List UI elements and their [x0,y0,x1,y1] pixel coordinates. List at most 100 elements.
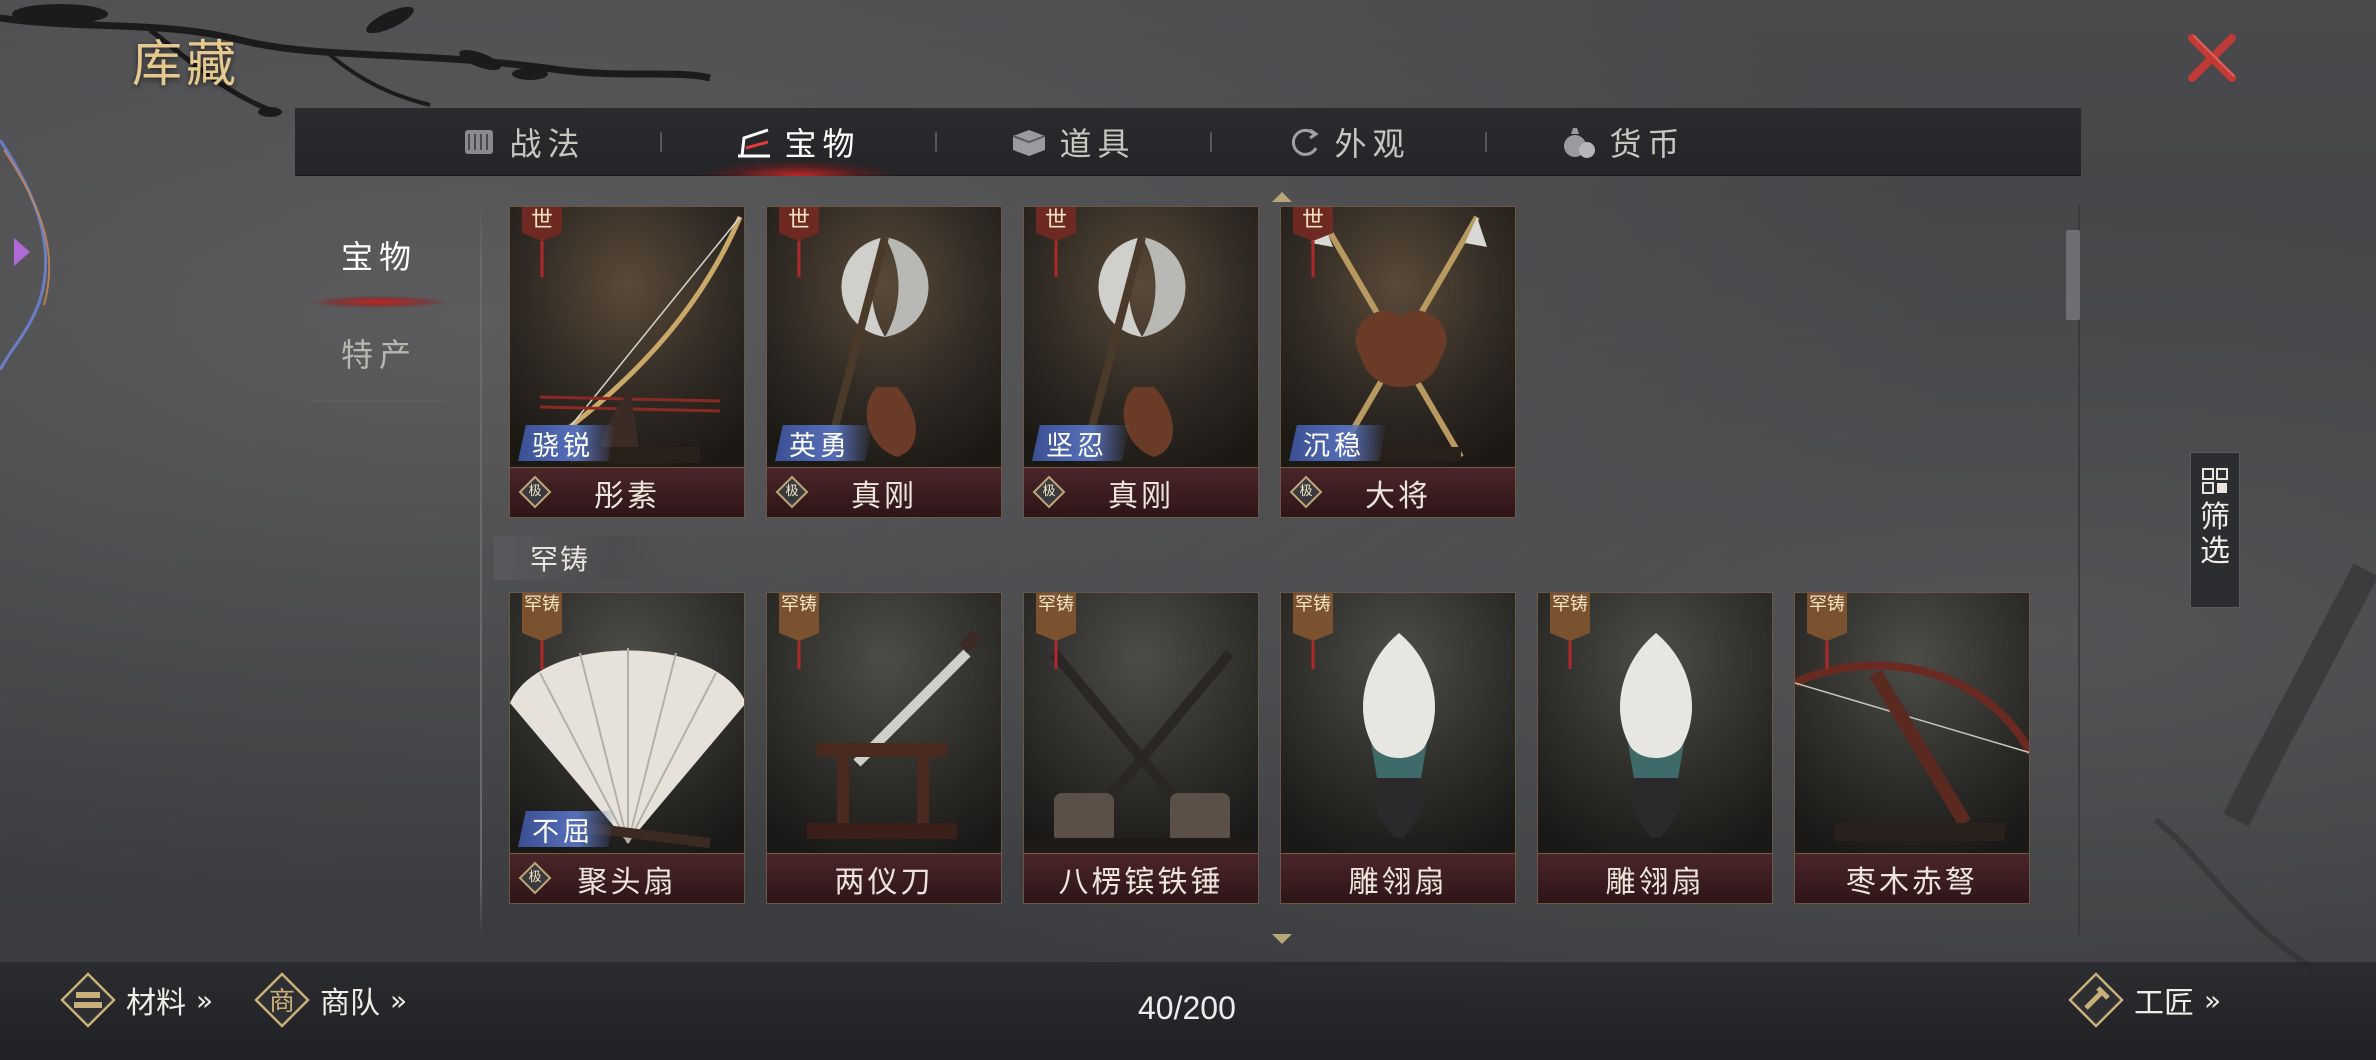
card-name: 彤素 [594,478,660,514]
rarity-tag-top: 世 [779,207,819,285]
rarity-tag-top: 世 [522,207,562,285]
trait-tag: 骁锐 [518,425,616,461]
caravan-icon: 商 [254,972,310,1028]
rarity-tag-text: 罕铸 [1552,594,1588,615]
category-tabs: 战法 宝物 道具 外观 货币 [295,108,2081,176]
grade-badge-text: 极 [1042,484,1056,499]
card-name-bar: 雕翎扇 [1281,853,1515,903]
tab-appearance[interactable]: 外观 [1210,108,1485,176]
tab-currency[interactable]: 货币 [1485,108,1760,176]
grade-badge: 极 [518,475,552,509]
grid-filter-icon [2202,468,2228,494]
treasure-card[interactable]: 世 沉稳 大将 极 [1280,206,1516,518]
rarity-tag-rare: 罕铸 [1293,593,1333,671]
scroll-icon [465,129,494,154]
subcategory-nav: 宝物 特产 [312,220,446,416]
rarity-tag-text: 世 [1044,208,1067,233]
ink-right-decoration [2154,563,2376,973]
storage-count: 40/200 [1138,990,1236,1026]
treasure-card[interactable]: 世 英勇 真刚 极 [766,206,1002,518]
tab-label: 宝物 [784,124,861,163]
chevron-right-icon: » [390,983,408,1017]
craftsman-button[interactable]: 工匠 » [2066,968,2221,1032]
trait-tag: 沉稳 [1289,425,1387,461]
subnav-label: 特产 [340,336,417,374]
treasure-card[interactable]: 世 骁锐 彤素 极 [509,206,745,518]
card-name: 枣木赤弩 [1846,864,1978,900]
card-name-bar: 枣木赤弩 [1795,853,2029,903]
craftsman-icon [2068,972,2124,1028]
rarity-tag-text: 世 [530,208,553,233]
chevron-right-icon: » [196,983,214,1017]
grade-badge-text: 极 [785,484,799,499]
subnav-label: 宝物 [340,238,417,276]
card-name: 两仪刀 [834,864,934,900]
rarity-tag-top: 世 [1293,207,1333,285]
treasure-card[interactable]: 罕铸 雕翎扇 [1280,592,1516,904]
rarity-tag-text: 世 [1301,208,1324,233]
filter-label: 筛选 [2200,500,2230,569]
weapon-rack-icon [738,128,771,157]
rarity-tag-rare: 罕铸 [1807,593,1847,671]
rarity-tag-rare: 罕铸 [779,593,819,671]
grade-badge: 极 [518,861,552,895]
tab-label: 货币 [1609,124,1686,163]
grade-badge: 极 [775,475,809,509]
rarity-tag-rare: 罕铸 [522,593,562,671]
treasure-card[interactable]: 罕铸 两仪刀 [766,592,1002,904]
card-name: 八楞镔铁锤 [1058,864,1224,900]
trait-tag: 不屈 [518,811,616,847]
swirl-icon [1292,128,1320,156]
card-name: 真刚 [851,478,917,514]
card-name: 雕翎扇 [1605,864,1705,900]
rarity-tag-text: 罕铸 [1038,594,1074,615]
materials-label: 材料 [126,987,186,1020]
materials-icon [60,972,116,1028]
trait-tag: 英勇 [775,425,873,461]
rarity-tag-text: 罕铸 [781,594,817,615]
caravan-button[interactable]: 商 商队 » [252,968,407,1032]
filter-button[interactable]: 筛选 [2190,452,2240,608]
rarity-tag-text: 罕铸 [1295,594,1331,615]
grade-badge-text: 极 [1299,484,1313,499]
subnav-item-specialties[interactable]: 特产 [312,318,446,416]
tab-tactics[interactable]: 战法 [385,108,660,176]
treasure-card[interactable]: 罕铸 八楞镔铁锤 [1023,592,1259,904]
rarity-tag-rare: 罕铸 [1036,593,1076,671]
treasure-card[interactable]: 罕铸 不屈 聚头扇 极 [509,592,745,904]
card-name-bar: 雕翎扇 [1538,853,1772,903]
content-divider [480,205,482,935]
tab-treasures[interactable]: 宝物 [660,108,935,176]
card-name: 真刚 [1108,478,1174,514]
grade-badge: 极 [1032,475,1066,509]
side-panel-toggle[interactable] [0,140,60,370]
close-icon[interactable] [2180,26,2244,90]
card-name: 雕翎扇 [1348,864,1448,900]
card-name-bar: 八楞镔铁锤 [1024,853,1258,903]
grade-badge: 极 [1289,475,1323,509]
money-bag-icon [1564,127,1596,158]
chest-icon [1013,129,1046,156]
caravan-label: 商队 [320,987,380,1020]
treasure-card[interactable]: 罕铸 雕翎扇 [1537,592,1773,904]
chevron-right-icon: » [2204,983,2222,1017]
tab-label: 道具 [1059,124,1136,163]
tab-items[interactable]: 道具 [935,108,1210,176]
tab-label: 外观 [1334,124,1411,163]
grade-badge-text: 极 [528,484,542,499]
rarity-tag-text: 罕铸 [1809,594,1845,615]
card-name-bar: 两仪刀 [767,853,1001,903]
subnav-item-treasures[interactable]: 宝物 [312,220,446,318]
treasure-card[interactable]: 罕铸 枣木赤弩 [1794,592,2030,904]
scrollbar-thumb[interactable] [2066,230,2080,320]
page-title: 库藏 [132,35,240,93]
caravan-icon-glyph: 商 [269,987,295,1017]
card-name: 聚头扇 [577,864,677,900]
materials-button[interactable]: 材料 » [58,968,213,1032]
scroll-up-arrow-icon[interactable] [1270,190,1294,204]
rarity-tag-text: 罕铸 [524,594,560,615]
scroll-down-arrow-icon[interactable] [1270,932,1294,946]
treasure-card[interactable]: 世 坚忍 真刚 极 [1023,206,1259,518]
card-name: 大将 [1365,478,1431,514]
rarity-tag-top: 世 [1036,207,1076,285]
